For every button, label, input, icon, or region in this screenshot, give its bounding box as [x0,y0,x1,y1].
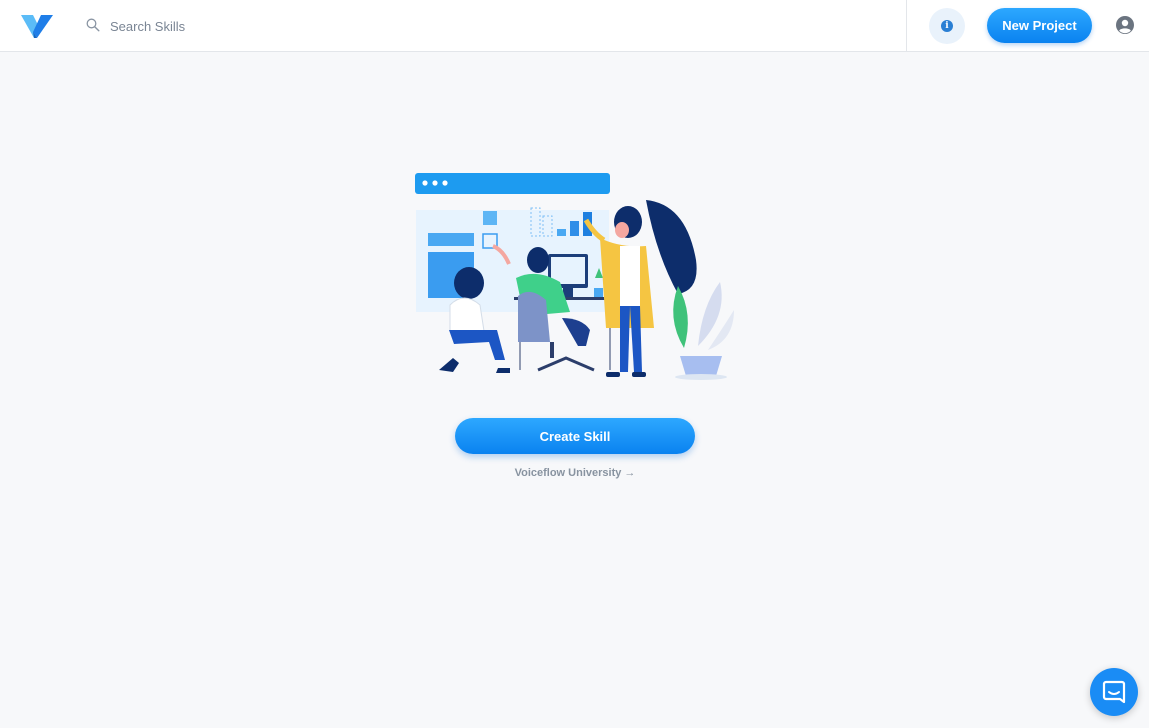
create-skill-button[interactable]: Create Skill [455,418,695,454]
search-icon [86,18,100,32]
voiceflow-university-link[interactable]: Voiceflow University → [475,467,675,483]
top-bar: i New Project [0,0,1149,52]
search-bar [84,12,484,40]
team-collaboration-illustration [415,173,734,380]
chat-messenger-icon [1102,680,1126,704]
info-button[interactable]: i [929,8,965,44]
chat-launcher-button[interactable] [1090,668,1138,716]
user-avatar-icon[interactable] [1116,16,1134,34]
header-divider [906,0,907,52]
search-input[interactable] [110,14,470,38]
info-icon: i [941,20,953,32]
new-project-button[interactable]: New Project [987,8,1092,43]
voiceflow-logo[interactable] [20,12,54,40]
